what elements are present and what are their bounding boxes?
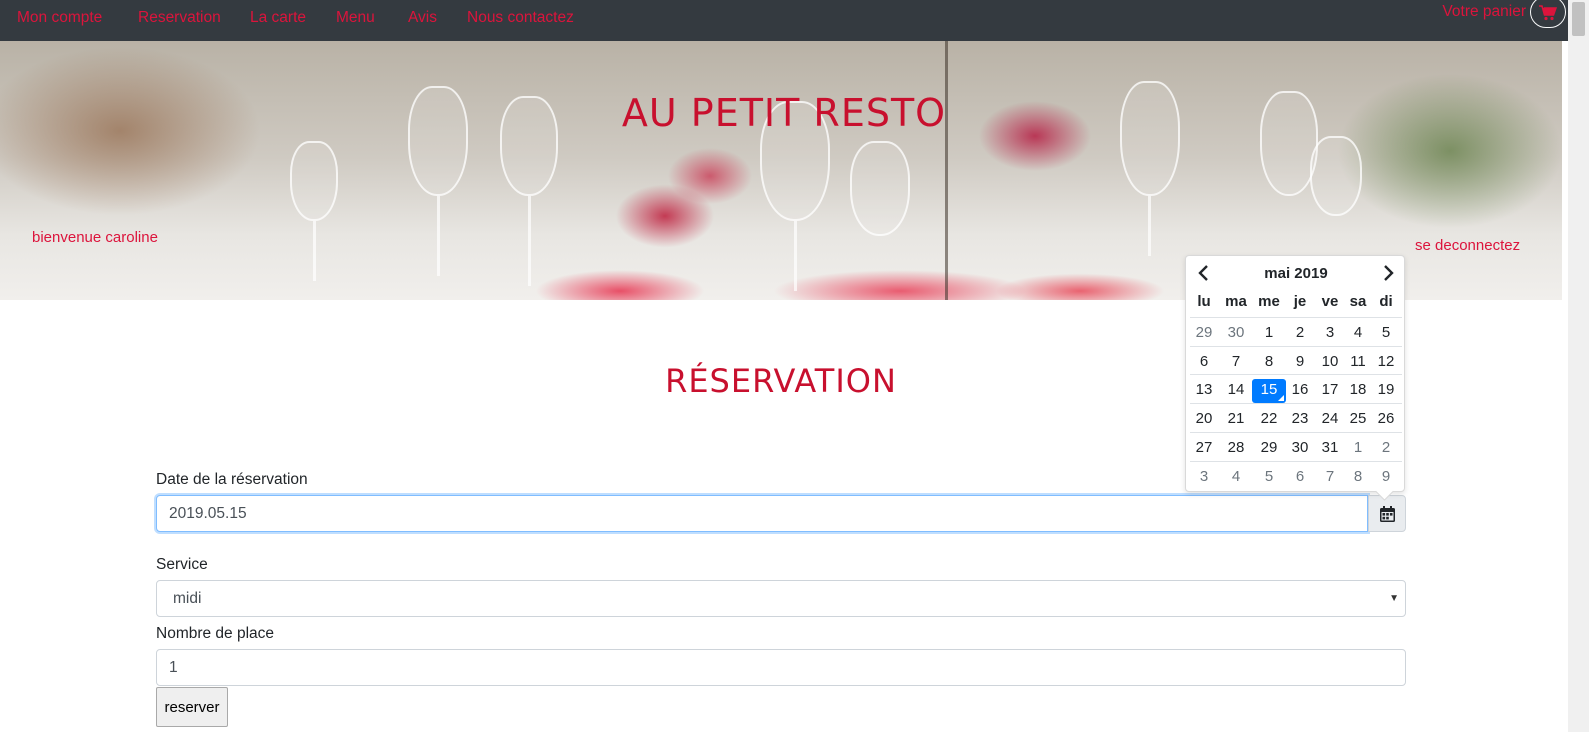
- service-label: Service: [156, 556, 208, 573]
- wine-glass: [290, 141, 338, 221]
- scrollbar-thumb[interactable]: [1572, 2, 1585, 36]
- datepicker-week-row: 29 30 1 2 3 4 5: [1190, 317, 1402, 345]
- weekday-header: ma: [1225, 293, 1247, 310]
- datepicker-day[interactable]: 27: [1190, 437, 1218, 461]
- date-label: Date de la réservation: [156, 471, 308, 488]
- datepicker-day[interactable]: 8: [1344, 466, 1372, 490]
- datepicker-day[interactable]: 9: [1372, 466, 1400, 490]
- datepicker-day[interactable]: 26: [1372, 408, 1400, 432]
- datepicker-day[interactable]: 7: [1220, 351, 1252, 375]
- service-selected-value: midi: [173, 590, 202, 607]
- datepicker-day[interactable]: 1: [1252, 322, 1286, 346]
- datepicker-day[interactable]: 1: [1344, 437, 1372, 461]
- weekday-header: sa: [1349, 293, 1367, 310]
- datepicker-day[interactable]: 30: [1220, 322, 1252, 346]
- weekday-header: me: [1258, 293, 1280, 310]
- page-scrollbar[interactable]: [1568, 0, 1589, 732]
- page: Mon compte Reservation La carte Menu Avi…: [0, 0, 1589, 732]
- datepicker-day[interactable]: 24: [1316, 408, 1344, 432]
- datepicker-day[interactable]: 10: [1316, 351, 1344, 375]
- datepicker-day[interactable]: 25: [1344, 408, 1372, 432]
- chevron-left-icon[interactable]: [1194, 264, 1214, 282]
- datepicker-day[interactable]: 8: [1252, 351, 1286, 375]
- datepicker-day[interactable]: 5: [1372, 322, 1400, 346]
- glass-stem: [794, 221, 797, 291]
- datepicker-day-selected[interactable]: 15: [1252, 379, 1286, 404]
- logout-link[interactable]: se deconnectez: [1415, 237, 1520, 254]
- chevron-right-icon[interactable]: [1378, 264, 1398, 282]
- calendar-icon: [1380, 506, 1395, 522]
- datepicker-day[interactable]: 3: [1190, 466, 1218, 490]
- datepicker-week-row: 3456789: [1190, 460, 1402, 490]
- weekday-header: ve: [1321, 293, 1339, 310]
- glass-stem: [528, 196, 531, 286]
- datepicker-week-row: 13 14 15 16 17 18 19: [1190, 374, 1402, 404]
- datepicker-day[interactable]: 3: [1316, 322, 1344, 346]
- nav-item-la-carte[interactable]: La carte: [250, 9, 306, 27]
- nav-item-reservation[interactable]: Reservation: [138, 9, 221, 27]
- datepicker-day[interactable]: 4: [1344, 322, 1372, 346]
- datepicker-day[interactable]: 30: [1286, 437, 1314, 461]
- top-navbar: Mon compte Reservation La carte Menu Avi…: [0, 0, 1568, 41]
- datepicker-day[interactable]: 20: [1190, 408, 1218, 432]
- places-input[interactable]: 1: [156, 649, 1406, 686]
- datepicker-week-row: 6 7 8 9 10 11 12: [1190, 345, 1402, 375]
- datepicker-day[interactable]: 31: [1316, 437, 1344, 461]
- datepicker-day[interactable]: 2: [1286, 322, 1314, 346]
- datepicker-day[interactable]: 14: [1220, 379, 1252, 403]
- weekday-header: di: [1379, 293, 1393, 310]
- wine-glass: [1310, 136, 1362, 216]
- nav-item-mon-compte[interactable]: Mon compte: [17, 9, 102, 27]
- glass-stem: [313, 221, 316, 281]
- datepicker-day[interactable]: 29: [1190, 322, 1218, 346]
- datepicker-day[interactable]: 9: [1286, 351, 1314, 375]
- datepicker-day[interactable]: 18: [1344, 379, 1372, 403]
- places-label: Nombre de place: [156, 625, 275, 642]
- calendar-button[interactable]: [1368, 495, 1406, 532]
- nav-item-nous-contactez[interactable]: Nous contactez: [467, 9, 574, 27]
- site-title: AU PETIT RESTO: [621, 91, 947, 135]
- datepicker-day[interactable]: 16: [1286, 379, 1314, 403]
- weekday-header: je: [1293, 293, 1307, 310]
- datepicker-day[interactable]: 12: [1372, 351, 1400, 375]
- datepicker-day[interactable]: 23: [1286, 408, 1314, 432]
- welcome-message: bienvenue caroline: [32, 229, 158, 246]
- weekday-header: lu: [1197, 293, 1211, 310]
- datepicker-day[interactable]: 11: [1344, 351, 1372, 375]
- cart-label[interactable]: Votre panier: [1442, 3, 1526, 21]
- shopping-cart-icon: [1539, 5, 1557, 21]
- cart-button[interactable]: [1530, 0, 1566, 28]
- datepicker-header: mai 2019: [1186, 256, 1406, 289]
- datepicker-day[interactable]: 6: [1286, 466, 1314, 490]
- datepicker-day[interactable]: 21: [1220, 408, 1252, 432]
- datepicker-day[interactable]: 6: [1190, 351, 1218, 375]
- datepicker-popup: mai 2019 lu ma me je ve sa di 29 30 1 2 3 4 5 6 7 8 9 10 1…: [1185, 255, 1405, 492]
- datepicker-day[interactable]: 7: [1316, 466, 1344, 490]
- datepicker-day[interactable]: 13: [1190, 379, 1218, 403]
- datepicker-month-title[interactable]: mai 2019: [1226, 265, 1366, 282]
- datepicker-day[interactable]: 19: [1372, 379, 1400, 403]
- datepicker-week-row: 27 28 29 30 31 1 2: [1190, 431, 1402, 461]
- datepicker-day[interactable]: 29: [1252, 437, 1286, 461]
- datepicker-week-row: 20 21 22 23 24 25 26: [1190, 403, 1402, 431]
- nav-item-menu[interactable]: Menu: [336, 9, 375, 27]
- datepicker-day[interactable]: 17: [1316, 379, 1344, 403]
- datepicker-day[interactable]: 4: [1220, 466, 1252, 490]
- datepicker-day[interactable]: 28: [1220, 437, 1252, 461]
- datepicker-day[interactable]: 2: [1372, 437, 1400, 461]
- service-select[interactable]: midi ▼: [156, 580, 1406, 617]
- candle-stand: [945, 41, 948, 300]
- reserve-button[interactable]: reserver: [156, 687, 228, 727]
- nav-item-avis[interactable]: Avis: [408, 9, 437, 27]
- glass-stem: [437, 196, 440, 276]
- date-input[interactable]: 2019.05.15: [156, 495, 1368, 532]
- wine-glass: [850, 141, 910, 236]
- glass-stem: [1148, 196, 1151, 256]
- datepicker-day[interactable]: 22: [1252, 408, 1286, 432]
- chevron-down-icon: ▼: [1389, 593, 1399, 604]
- datepicker-day[interactable]: 5: [1252, 466, 1286, 490]
